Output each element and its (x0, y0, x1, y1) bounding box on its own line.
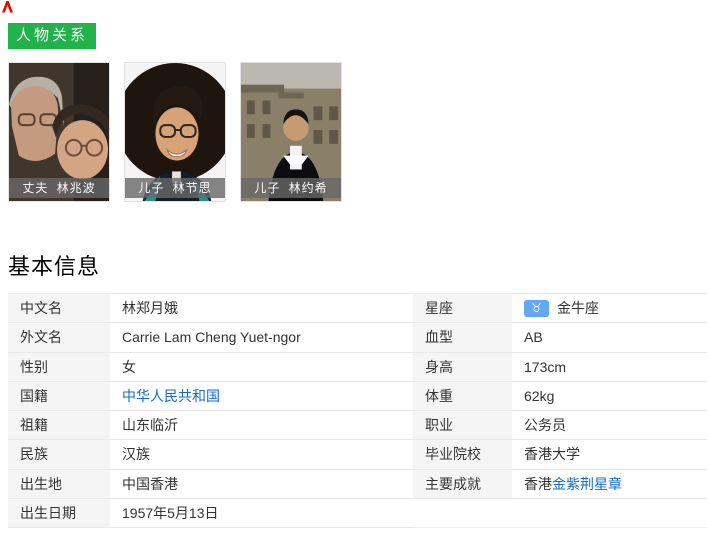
info-value: 1957年5月13日 (110, 499, 413, 527)
info-label: 性别 (8, 353, 110, 381)
info-value: 公务员 (512, 411, 707, 439)
info-label: 国籍 (8, 382, 110, 410)
info-label: 出生日期 (8, 499, 110, 527)
relation-caption: 儿子 林节思 (125, 178, 225, 198)
info-label: 出生地 (8, 470, 110, 498)
info-label: 星座 (413, 294, 512, 322)
info-value: 香港大学 (512, 440, 707, 468)
info-value: 女 (110, 353, 413, 381)
info-label: 中文名 (8, 294, 110, 322)
relation-card-son-2[interactable]: 儿子 林约希 (240, 62, 342, 202)
info-label: 身高 (413, 353, 512, 381)
info-label: 职业 (413, 411, 512, 439)
info-value: 山东临沂 (110, 411, 413, 439)
info-value: AB (512, 323, 707, 351)
red-glyph-icon (2, 1, 13, 13)
table-row-nationality: 国籍 中华人民共和国 (8, 382, 413, 411)
info-label: 民族 (8, 440, 110, 468)
relation-card-son-1[interactable]: 儿子 林节思 (124, 62, 226, 202)
taurus-icon: ♉ (524, 300, 549, 317)
table-row-birthdate: 出生日期 1957年5月13日 (8, 499, 413, 528)
relation-cards: 丈夫 林兆波 儿子 林节思 (8, 62, 342, 202)
relation-caption: 儿子 林约希 (241, 178, 341, 198)
relation-card-husband[interactable]: 丈夫 林兆波 (8, 62, 110, 202)
table-row-empty (413, 499, 707, 528)
info-label: 体重 (413, 382, 512, 410)
zodiac-text: 金牛座 (557, 298, 599, 318)
info-value: 173cm (512, 353, 707, 381)
table-row-occupation: 职业 公务员 (413, 411, 707, 440)
page: 人物关系 丈夫 林兆波 (0, 0, 707, 543)
achievement-plain-text: 香港 (524, 474, 552, 494)
info-label: 血型 (413, 323, 512, 351)
table-row-chinese-name: 中文名 林郑月娥 (8, 294, 413, 323)
nationality-link[interactable]: 中华人民共和国 (122, 386, 220, 406)
info-label: 主要成就 (413, 470, 512, 498)
empty-cell (413, 499, 707, 527)
info-value: 林郑月娥 (110, 294, 413, 322)
table-row-blood-type: 血型 AB (413, 323, 707, 352)
info-value: 62kg (512, 382, 707, 410)
info-value: 汉族 (110, 440, 413, 468)
info-label: 祖籍 (8, 411, 110, 439)
table-row-ancestral-home: 祖籍 山东临沂 (8, 411, 413, 440)
basic-info-table-right: 星座 ♉ 金牛座 血型 AB 身高 173cm 体重 62kg 职业 公务员 毕… (413, 293, 707, 528)
table-row-achievements: 主要成就 香港金紫荆星章 (413, 470, 707, 499)
relations-section-badge: 人物关系 (8, 23, 96, 49)
info-label: 毕业院校 (413, 440, 512, 468)
table-row-ethnicity: 民族 汉族 (8, 440, 413, 469)
table-row-weight: 体重 62kg (413, 382, 707, 411)
clipped-red-glyph-fragment (2, 0, 13, 12)
info-value: ♉ 金牛座 (512, 294, 707, 322)
info-value: 中华人民共和国 (110, 382, 413, 410)
table-row-foreign-name: 外文名 Carrie Lam Cheng Yuet-ngor (8, 323, 413, 352)
achievement-link[interactable]: 金紫荆星章 (552, 474, 622, 494)
table-row-gender: 性别 女 (8, 353, 413, 382)
relation-caption: 丈夫 林兆波 (9, 178, 109, 198)
basic-info-table-left: 中文名 林郑月娥 外文名 Carrie Lam Cheng Yuet-ngor … (8, 293, 413, 528)
info-value: 香港金紫荆星章 (512, 470, 707, 498)
info-label: 外文名 (8, 323, 110, 351)
table-row-height: 身高 173cm (413, 353, 707, 382)
table-row-birthplace: 出生地 中国香港 (8, 470, 413, 499)
info-value: Carrie Lam Cheng Yuet-ngor (110, 323, 413, 351)
table-row-zodiac: 星座 ♉ 金牛座 (413, 294, 707, 323)
info-value: 中国香港 (110, 470, 413, 498)
table-row-alma-mater: 毕业院校 香港大学 (413, 440, 707, 469)
basic-info-heading: 基本信息 (8, 252, 100, 284)
